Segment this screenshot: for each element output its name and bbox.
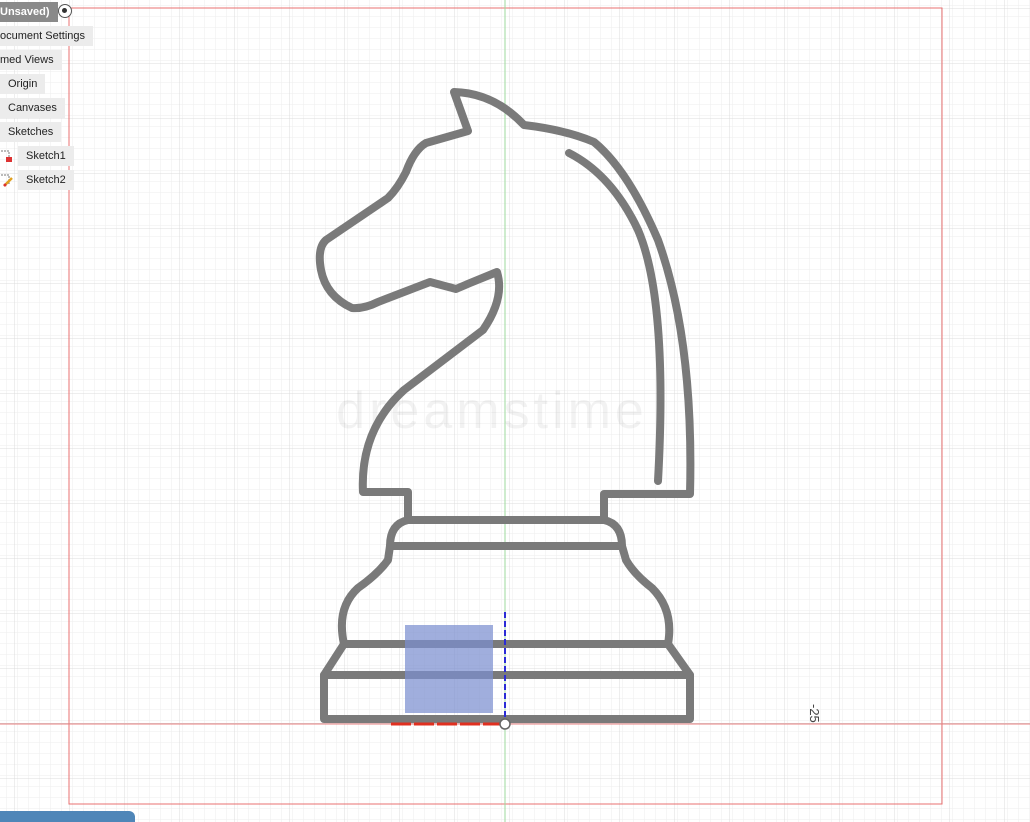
browser-item-sketch2[interactable]: Sketch2 xyxy=(18,170,74,190)
document-title[interactable]: Unsaved) xyxy=(0,2,58,22)
sketch-icon xyxy=(1,150,12,162)
activate-target-icon[interactable] xyxy=(58,4,72,18)
sketch-icon xyxy=(1,174,13,187)
browser-item-sketches[interactable]: Sketches xyxy=(0,122,62,142)
canvas-viewport[interactable]: dreamstime xyxy=(0,0,1030,822)
dimension-label: -25 xyxy=(807,704,822,723)
bottom-panel-tab[interactable] xyxy=(0,811,135,822)
browser-item-canvases[interactable]: Canvases xyxy=(0,98,65,118)
browser-item-origin[interactable]: Origin xyxy=(0,74,46,94)
selection-rectangle[interactable] xyxy=(405,625,493,713)
origin-point[interactable] xyxy=(499,718,511,730)
browser-item-document-settings[interactable]: ocument Settings xyxy=(0,26,93,46)
browser-item-sketch1[interactable]: Sketch1 xyxy=(18,146,74,166)
browser-item-named-views[interactable]: med Views xyxy=(0,50,62,70)
